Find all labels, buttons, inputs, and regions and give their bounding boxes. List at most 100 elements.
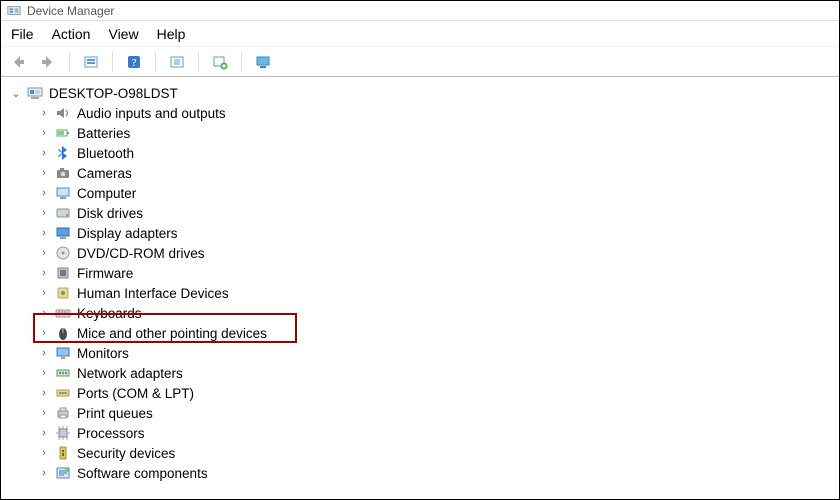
tree-node[interactable]: › Disk drives: [9, 203, 839, 223]
chevron-right-icon[interactable]: ›: [39, 308, 49, 318]
tree-node-label: Processors: [77, 426, 145, 441]
tree-node[interactable]: › DVD/CD-ROM drives: [9, 243, 839, 263]
tree-node-label: Software components: [77, 466, 208, 481]
menubar: File Action View Help: [1, 21, 839, 47]
tree-node[interactable]: › Audio inputs and outputs: [9, 103, 839, 123]
chevron-down-icon[interactable]: ⌄: [11, 88, 21, 98]
chevron-right-icon[interactable]: ›: [39, 408, 49, 418]
tree-node-label: Firmware: [77, 266, 133, 281]
chevron-right-icon[interactable]: ›: [39, 108, 49, 118]
computer-icon: [27, 85, 43, 101]
chevron-right-icon[interactable]: ›: [39, 128, 49, 138]
toolbar-separator: [198, 52, 199, 72]
chevron-right-icon[interactable]: ›: [39, 368, 49, 378]
tree-node-label: Human Interface Devices: [77, 286, 229, 301]
tree-node[interactable]: › Computer: [9, 183, 839, 203]
tree-node[interactable]: › Ports (COM & LPT): [9, 383, 839, 403]
keyboard-icon: [55, 305, 71, 321]
tree-node[interactable]: › Bluetooth: [9, 143, 839, 163]
toolbar-forward-button[interactable]: [37, 51, 59, 73]
port-icon: [55, 385, 71, 401]
toolbar-separator: [155, 52, 156, 72]
tree-node-label: Ports (COM & LPT): [77, 386, 194, 401]
tree-node-label: Mice and other pointing devices: [77, 326, 267, 341]
tree-node-label: DVD/CD-ROM drives: [77, 246, 205, 261]
tree-node[interactable]: › Software components: [9, 463, 839, 483]
tree-node[interactable]: › Security devices: [9, 443, 839, 463]
hid-icon: [55, 285, 71, 301]
tree-node[interactable]: › Print queues: [9, 403, 839, 423]
tree-node-label: Disk drives: [77, 206, 143, 221]
printer-icon: [55, 405, 71, 421]
titlebar: Device Manager: [1, 1, 839, 21]
svg-text:?: ?: [132, 57, 137, 69]
chevron-right-icon[interactable]: ›: [39, 288, 49, 298]
chevron-right-icon[interactable]: ›: [39, 328, 49, 338]
tree-node-label: Audio inputs and outputs: [77, 106, 226, 121]
chevron-right-icon[interactable]: ›: [39, 348, 49, 358]
menu-action[interactable]: Action: [52, 26, 91, 42]
toolbar-help-button[interactable]: ?: [123, 51, 145, 73]
chevron-right-icon[interactable]: ›: [39, 388, 49, 398]
tree-node-label: Print queues: [77, 406, 153, 421]
speaker-icon: [55, 105, 71, 121]
tree-node-label: Monitors: [77, 346, 129, 361]
chevron-right-icon[interactable]: ›: [39, 148, 49, 158]
processor-icon: [55, 425, 71, 441]
window-title: Device Manager: [27, 4, 114, 18]
chevron-right-icon[interactable]: ›: [39, 428, 49, 438]
tree-node[interactable]: › Cameras: [9, 163, 839, 183]
tree-area: ⌄ DESKTOP-O98LDST › Audio inputs and outp…: [1, 77, 839, 489]
menu-view[interactable]: View: [108, 26, 138, 42]
tree-root[interactable]: ⌄ DESKTOP-O98LDST: [9, 83, 839, 103]
toolbar-remote-button[interactable]: [252, 51, 274, 73]
toolbar-add-legacy-button[interactable]: [209, 51, 231, 73]
toolbar-scan-button[interactable]: [166, 51, 188, 73]
software-icon: [55, 465, 71, 481]
tree-node-label: Computer: [77, 186, 136, 201]
toolbar-separator: [112, 52, 113, 72]
tree-node[interactable]: › Keyboards: [9, 303, 839, 323]
tree-node-label: Network adapters: [77, 366, 183, 381]
tree-node[interactable]: › Mice and other pointing devices: [9, 323, 839, 343]
tree-node[interactable]: › Processors: [9, 423, 839, 443]
tree-node[interactable]: › Display adapters: [9, 223, 839, 243]
chevron-right-icon[interactable]: ›: [39, 448, 49, 458]
display-icon: [55, 225, 71, 241]
tree-node-label: Bluetooth: [77, 146, 134, 161]
camera-icon: [55, 165, 71, 181]
tree-node-label: Display adapters: [77, 226, 178, 241]
tree-node-label: Security devices: [77, 446, 175, 461]
disk-icon: [55, 205, 71, 221]
menu-help[interactable]: Help: [157, 26, 186, 42]
tree-node-label: Cameras: [77, 166, 132, 181]
menu-file[interactable]: File: [11, 26, 34, 42]
chevron-right-icon[interactable]: ›: [39, 188, 49, 198]
toolbar-back-button[interactable]: [7, 51, 29, 73]
computer-icon: [55, 185, 71, 201]
tree-node-label: Batteries: [77, 126, 130, 141]
monitor-icon: [55, 345, 71, 361]
tree-node-label: Keyboards: [77, 306, 142, 321]
tree-node[interactable]: › Firmware: [9, 263, 839, 283]
tree-node[interactable]: › Batteries: [9, 123, 839, 143]
device-tree[interactable]: ⌄ DESKTOP-O98LDST › Audio inputs and outp…: [1, 77, 839, 489]
tree-node[interactable]: › Network adapters: [9, 363, 839, 383]
tree-node[interactable]: › Monitors: [9, 343, 839, 363]
chevron-right-icon[interactable]: ›: [39, 208, 49, 218]
toolbar: ?: [1, 47, 839, 77]
toolbar-separator: [69, 52, 70, 72]
toolbar-show-hidden-button[interactable]: [80, 51, 102, 73]
chevron-right-icon[interactable]: ›: [39, 248, 49, 258]
chevron-right-icon[interactable]: ›: [39, 268, 49, 278]
chevron-right-icon[interactable]: ›: [39, 228, 49, 238]
toolbar-separator: [241, 52, 242, 72]
mouse-icon: [55, 325, 71, 341]
firmware-icon: [55, 265, 71, 281]
tree-root-label: DESKTOP-O98LDST: [49, 86, 178, 101]
tree-node[interactable]: › Human Interface Devices: [9, 283, 839, 303]
chevron-right-icon[interactable]: ›: [39, 168, 49, 178]
chevron-right-icon[interactable]: ›: [39, 468, 49, 478]
cdrom-icon: [55, 245, 71, 261]
security-icon: [55, 445, 71, 461]
